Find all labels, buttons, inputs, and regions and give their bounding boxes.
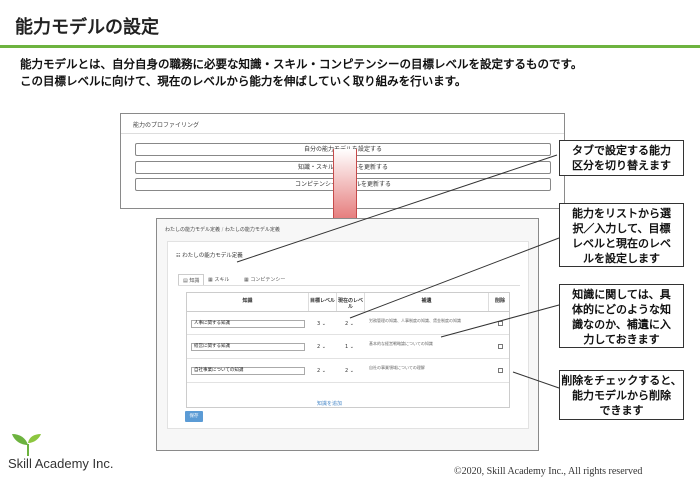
sprout-icon: [12, 434, 41, 456]
chevron-down-icon: ⌄: [321, 321, 326, 327]
breadcrumb: わたしの能力モデル定義 / わたしの能力モデル定義: [165, 226, 280, 233]
note-textarea[interactable]: 労務管理の知識、人事制度の知識、賃金制度の知識: [369, 318, 487, 323]
breadcrumb-current: わたしの能力モデル定義: [224, 227, 280, 233]
tab-underline: [178, 285, 520, 286]
callout-line: レベルと現在のレベ: [572, 237, 671, 250]
profiling-header: 能力のプロファイリング: [121, 114, 564, 134]
callout-line: 削除をチェックすると、: [561, 374, 682, 387]
flow-arrow-shaft: [333, 149, 357, 229]
select-value: 1: [345, 344, 349, 350]
tab-competency[interactable]: ▦ コンピテンシー: [244, 276, 285, 283]
chevron-down-icon: ⌄: [349, 368, 354, 374]
current-level-select[interactable]: 1 ⌄: [345, 344, 354, 350]
select-value: 3: [317, 321, 321, 327]
breadcrumb-separator: /: [221, 227, 224, 233]
book-icon: ▤: [183, 278, 188, 284]
header-divider: [187, 311, 509, 312]
callout-line: 知識に関しては、具: [572, 288, 671, 301]
delete-checkbox[interactable]: [498, 321, 503, 326]
knowledge-table: 知識 目標レベル 現在のレベル 補遺 削除 人事に関する知識 3 ⌄ 2 ⌄ 労…: [186, 292, 510, 408]
select-value: 2: [317, 368, 321, 374]
logo-text: Skill Academy Inc.: [8, 456, 114, 471]
grid-icon: ▦: [244, 277, 249, 283]
row-divider: [187, 334, 509, 335]
callout-line: 区分を切り替えます: [572, 159, 671, 172]
list-icon: ☷: [176, 253, 181, 259]
tab-skill[interactable]: ▦ スキル: [208, 276, 229, 283]
chevron-down-icon: ⌄: [349, 321, 354, 327]
callout-delete: 削除をチェックすると、 能力モデルから削除 できます: [559, 370, 684, 420]
callout-notes: 知識に関しては、具 体的にどのような知 識なのか、補遺に入 力しておきます: [559, 284, 684, 348]
chevron-down-icon: ⌄: [321, 344, 326, 350]
column-header-delete: 削除: [494, 298, 505, 304]
target-level-select[interactable]: 2 ⌄: [317, 368, 326, 374]
select-value: 2: [345, 321, 349, 327]
note-textarea[interactable]: 自社の事業領域についての理解: [369, 365, 487, 370]
slide-title: 能力モデルの設定: [15, 17, 159, 38]
tab-label: コンピテンシー: [250, 277, 286, 283]
tab-label: スキル: [214, 277, 230, 283]
callout-tabs: タブで設定する能力 区分を切り替えます: [559, 140, 684, 176]
delete-checkbox[interactable]: [498, 344, 503, 349]
current-level-select[interactable]: 2 ⌄: [345, 321, 354, 327]
copyright: ©2020, Skill Academy Inc., All rights re…: [454, 466, 643, 477]
delete-checkbox[interactable]: [498, 368, 503, 373]
column-header-knowledge: 知識: [187, 293, 309, 311]
row-divider: [187, 358, 509, 359]
knowledge-name-input[interactable]: 人事に関する知識: [191, 320, 305, 328]
row-divider: [187, 382, 509, 383]
callout-line: 能力をリストから選: [572, 207, 671, 220]
callout-line: 能力モデルから削除: [572, 389, 671, 402]
column-header-current: 現在のレベル: [337, 293, 365, 311]
add-knowledge-link[interactable]: 知識を追加: [317, 400, 342, 407]
note-textarea[interactable]: 基本的な経営戦略論についての知識: [369, 341, 487, 346]
save-button[interactable]: 保存: [185, 411, 203, 422]
target-level-select[interactable]: 2 ⌄: [317, 344, 326, 350]
current-level-select[interactable]: 2 ⌄: [345, 368, 354, 374]
column-header-target: 目標レベル: [309, 293, 337, 311]
callout-line: 体的にどのような知: [572, 303, 671, 316]
target-level-select[interactable]: 3 ⌄: [317, 321, 326, 327]
chevron-down-icon: ⌄: [349, 344, 354, 350]
knowledge-name-input[interactable]: 自社事業についての知識: [191, 367, 305, 375]
callout-levels: 能力をリストから選 択／入力して、目標 レベルと現在のレベ ルを設定します: [559, 203, 684, 267]
select-value: 2: [345, 368, 349, 374]
callout-line: ルを設定します: [583, 252, 660, 265]
model-editor-screenshot: わたしの能力モデル定義 / わたしの能力モデル定義 ☷ わたしの能力モデル定義 …: [156, 218, 539, 451]
title-divider: [0, 45, 700, 48]
panel-title: ☷ わたしの能力モデル定義: [176, 251, 243, 259]
callout-line: 択／入力して、目標: [572, 222, 671, 235]
callout-line: タブで設定する能力: [572, 144, 671, 157]
intro-line-1: 能力モデルとは、自分自身の職務に必要な知識・スキル・コンピテンシーの目標レベルを…: [20, 57, 583, 71]
model-panel: ☷ わたしの能力モデル定義 ▤ 知識 ▦ スキル ▦ コンピテンシー 知識 目標…: [167, 241, 529, 429]
company-logo: Skill Academy Inc.: [8, 432, 114, 471]
callout-line: できます: [599, 404, 644, 417]
callout-line: 力しておきます: [583, 333, 660, 346]
panel-title-text: わたしの能力モデル定義: [182, 253, 243, 259]
callout-line: 識なのか、補遺に入: [572, 318, 671, 331]
intro-line-2: この目標レベルに向けて、現在のレベルから能力を伸ばしていく取り組みを行います。: [20, 74, 467, 88]
select-value: 2: [317, 344, 321, 350]
tab-label: 知識: [189, 278, 200, 284]
knowledge-name-input[interactable]: 経営に関する知識: [191, 343, 305, 351]
grid-icon: ▦: [208, 277, 213, 283]
chevron-down-icon: ⌄: [321, 368, 326, 374]
column-header-note: 補遺: [365, 293, 489, 311]
breadcrumb-parent[interactable]: わたしの能力モデル定義: [165, 227, 220, 233]
